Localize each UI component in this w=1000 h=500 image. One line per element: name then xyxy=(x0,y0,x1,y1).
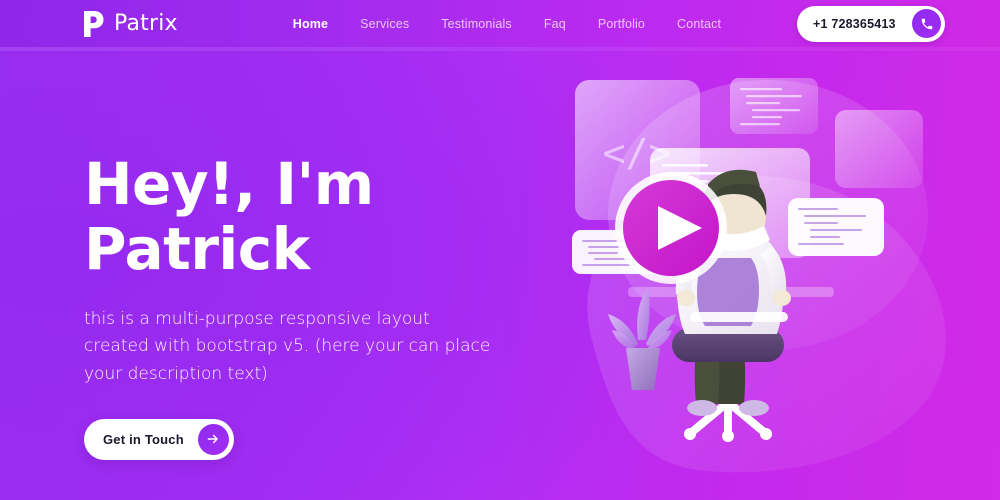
arrow-right-icon xyxy=(197,423,229,455)
nav-item-portfolio[interactable]: Portfolio xyxy=(598,17,645,31)
hero-content: Hey!, I'm Patrick this is a multi-purpos… xyxy=(84,152,554,460)
brand-name: Patrix xyxy=(114,11,178,36)
brand-logo[interactable]: Patrix xyxy=(82,9,178,39)
hero-title-line1: Hey!, I'm xyxy=(84,150,374,218)
hero-page: Patrix Home Services Testimonials Faq Po… xyxy=(0,0,1000,500)
code-panel-right xyxy=(835,110,923,188)
hero-subtitle: this is a multi-purpose responsive layou… xyxy=(84,308,491,384)
cta-label: Get in Touch xyxy=(103,431,184,447)
phone-icon[interactable] xyxy=(912,9,941,38)
page-title: Hey!, I'm Patrick xyxy=(84,152,554,282)
phone-cta[interactable]: +1 728365413 xyxy=(797,5,945,42)
nav-item-faq[interactable]: Faq xyxy=(544,17,566,31)
get-in-touch-button[interactable]: Get in Touch xyxy=(84,418,234,460)
site-header: Patrix Home Services Testimonials Faq Po… xyxy=(0,0,1000,47)
main-nav: Home Services Testimonials Faq Portfolio… xyxy=(293,17,721,31)
play-button xyxy=(615,172,727,284)
header-divider xyxy=(0,47,1000,51)
nav-item-home[interactable]: Home xyxy=(293,17,328,31)
hero-title-line2: Patrick xyxy=(84,214,310,283)
phone-number: +1 728365413 xyxy=(813,16,896,31)
nav-item-services[interactable]: Services xyxy=(360,17,409,31)
nav-item-contact[interactable]: Contact xyxy=(677,17,721,31)
logo-p-icon xyxy=(82,9,105,39)
nav-item-testimonials[interactable]: Testimonials xyxy=(441,17,512,31)
hero-illustration: </> xyxy=(530,40,1000,500)
code-panel-top xyxy=(730,78,818,134)
code-card-white xyxy=(788,198,884,256)
